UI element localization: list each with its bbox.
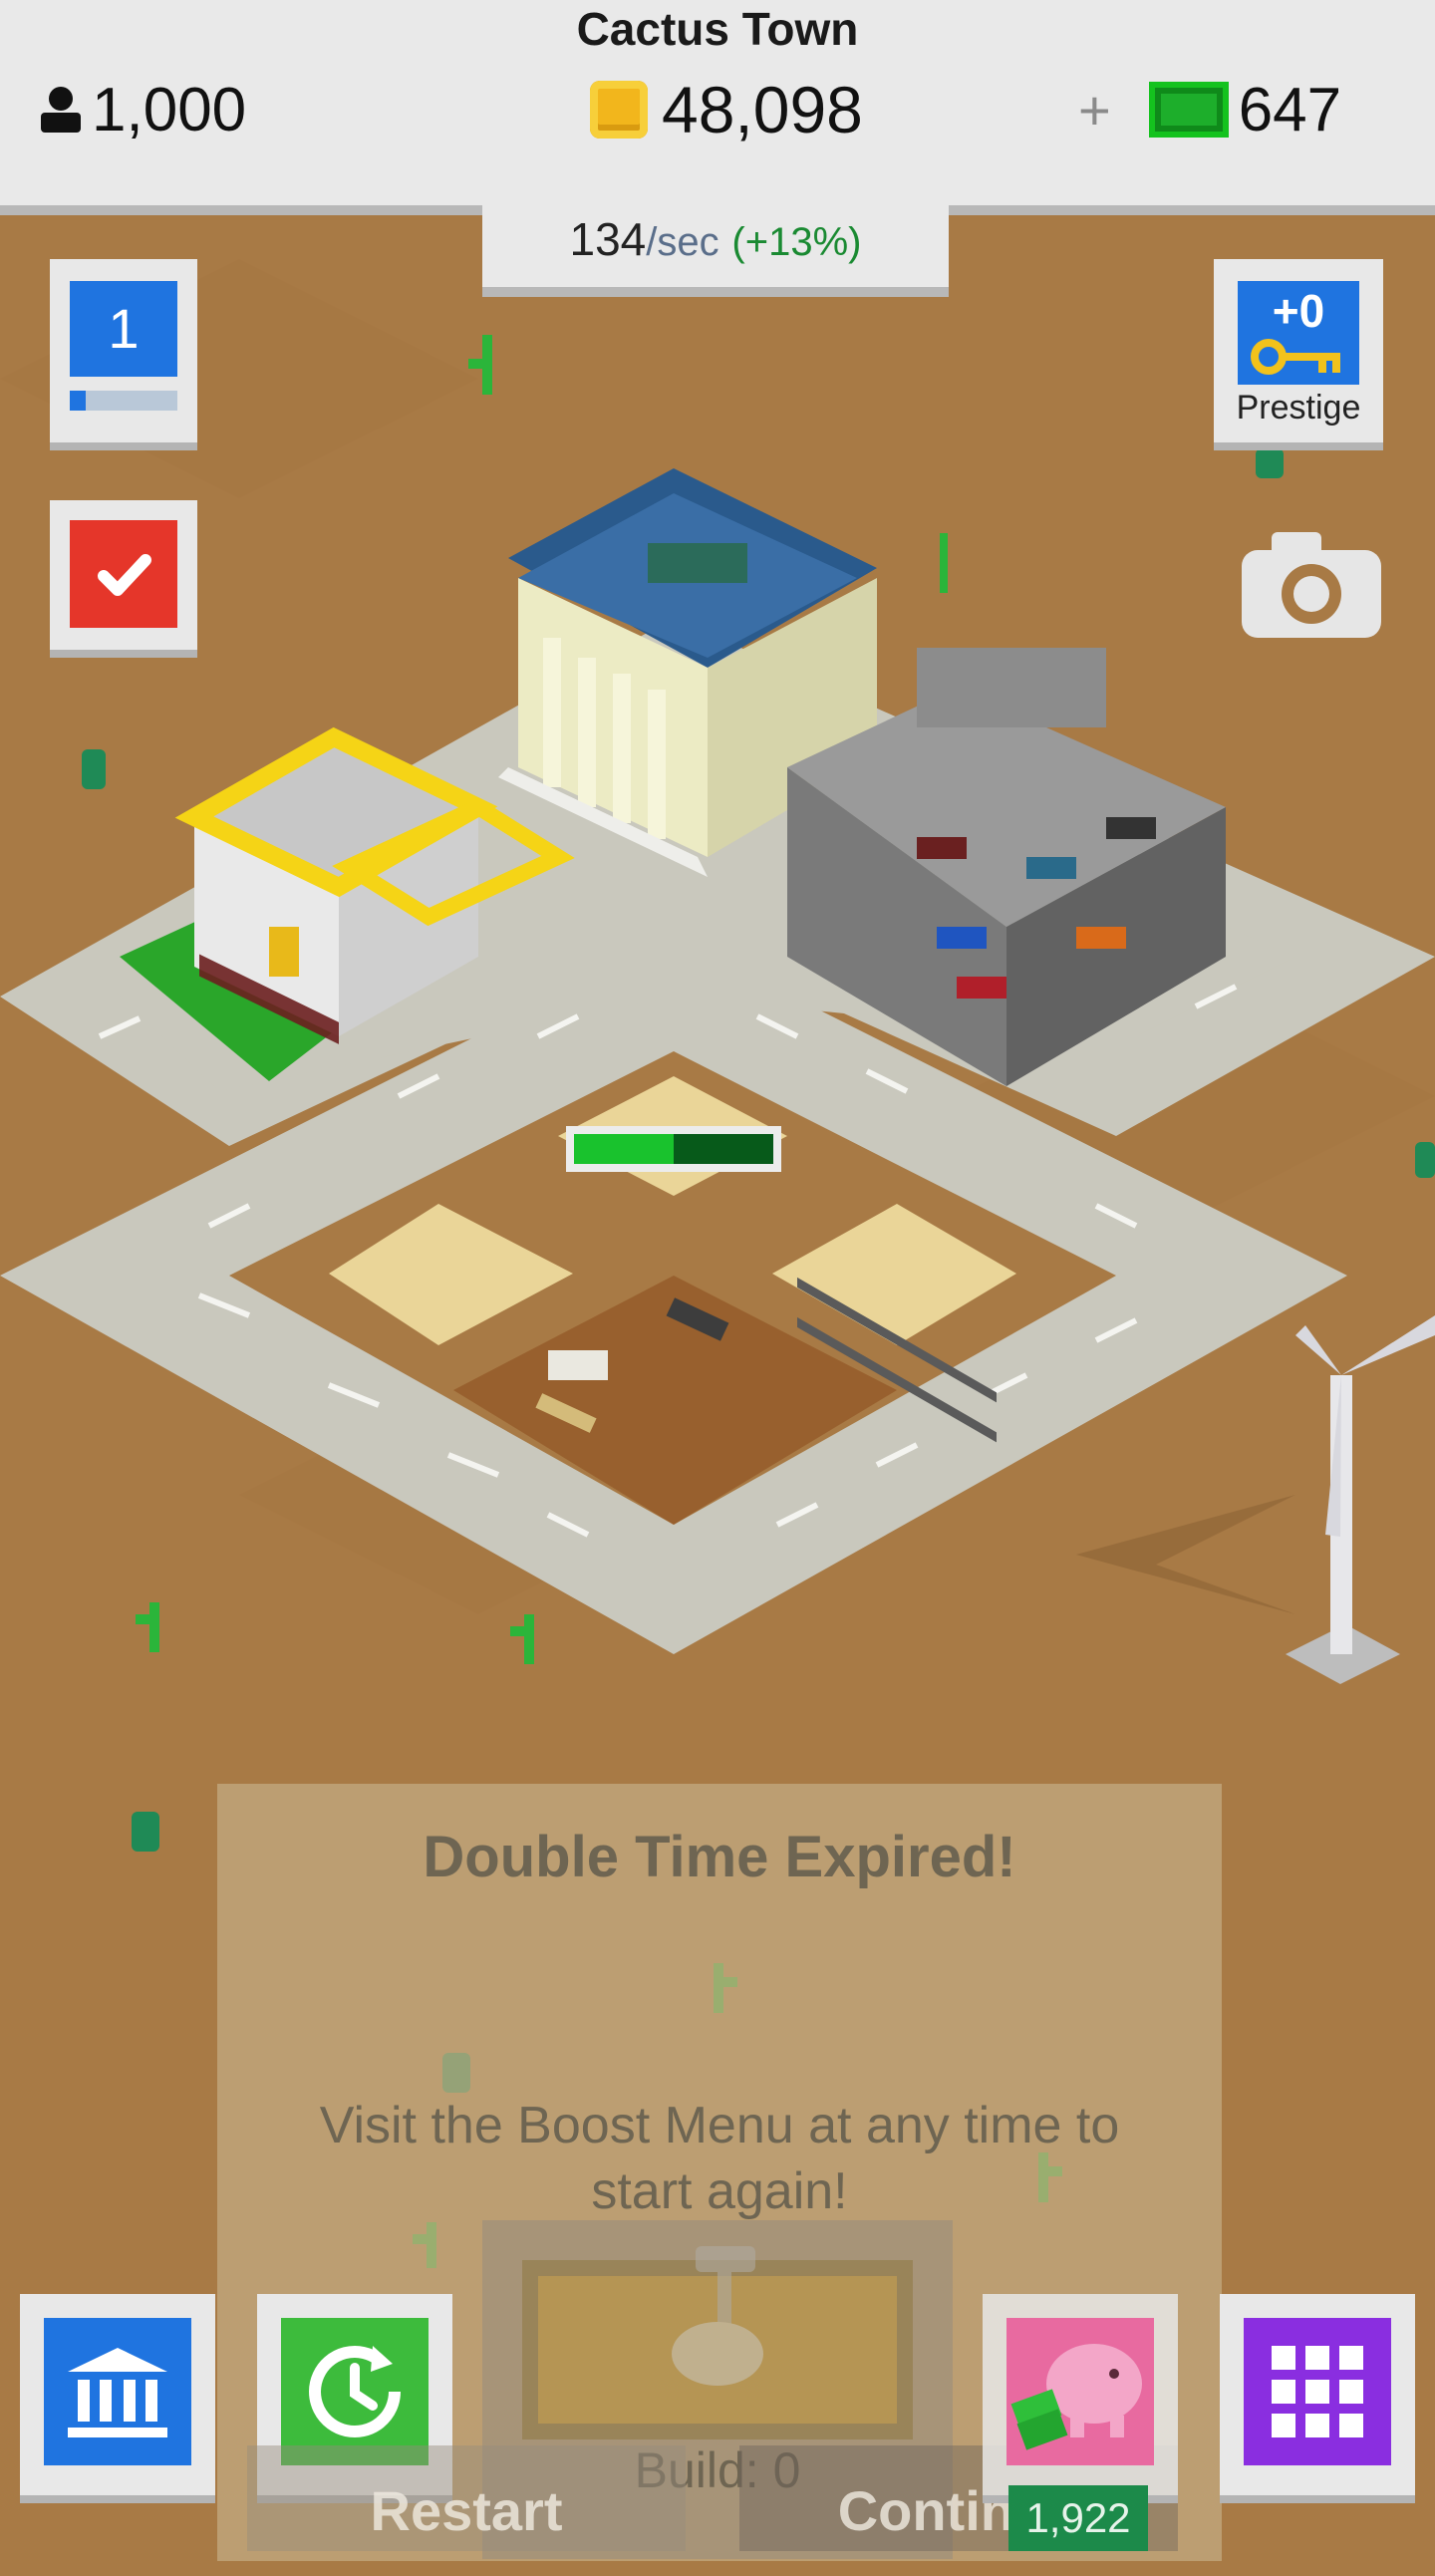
income-rate-bonus: (+13%) [731, 220, 862, 264]
coin-icon [590, 81, 648, 139]
level-button[interactable]: 1 [50, 259, 197, 450]
population-counter: 1,000 [38, 70, 246, 149]
population-icon [41, 87, 81, 133]
town-name[interactable]: Cactus Town [0, 2, 1435, 56]
prestige-label: Prestige [1236, 389, 1361, 427]
income-rate-unit: /sec [646, 220, 719, 264]
key-icon [1251, 339, 1340, 375]
dialog-message: Visit the Boost Menu at any time to star… [319, 2097, 1120, 2220]
piggy-bank-button[interactable] [983, 2294, 1178, 2503]
build-menu-button[interactable] [1220, 2294, 1415, 2503]
prestige-value: +0 [1272, 285, 1325, 337]
coin-counter: 48,098 [590, 70, 863, 149]
level-progress-fill [70, 391, 87, 411]
construction-progress-fill [574, 1134, 674, 1164]
camera-icon[interactable] [1242, 528, 1381, 638]
hammer-hand-icon [672, 2246, 763, 2386]
dialog-title: Double Time Expired! [423, 1825, 1016, 1889]
cash-icon [1148, 82, 1229, 138]
restart-button[interactable]: Restart [247, 2445, 686, 2551]
checkmark-icon [98, 554, 151, 596]
cash-value: 647 [1238, 75, 1342, 144]
coin-value: 48,098 [662, 73, 863, 146]
piggy-bank-icon [1010, 2344, 1142, 2450]
level-value: 1 [70, 281, 177, 377]
piggy-bank-count: 1,922 [1008, 2485, 1148, 2551]
cash-counter[interactable]: + 647 [1078, 70, 1341, 149]
prestige-button[interactable]: +0 Prestige [1214, 259, 1383, 450]
level-progress-bar [70, 391, 177, 411]
bank-icon [68, 2348, 167, 2437]
goals-button[interactable] [50, 500, 197, 658]
add-cash-button[interactable]: + [1078, 78, 1111, 143]
income-rate-value: 134 [569, 213, 647, 265]
grid-icon [1272, 2346, 1363, 2437]
bank-menu-button[interactable] [20, 2294, 215, 2503]
population-value: 1,000 [92, 75, 247, 144]
clock-refresh-icon [309, 2346, 401, 2437]
top-bar: Cactus Town 1,000 48,098 + 647 [0, 0, 1435, 215]
income-rate-tab[interactable]: 134/sec (+13%) [482, 199, 949, 297]
